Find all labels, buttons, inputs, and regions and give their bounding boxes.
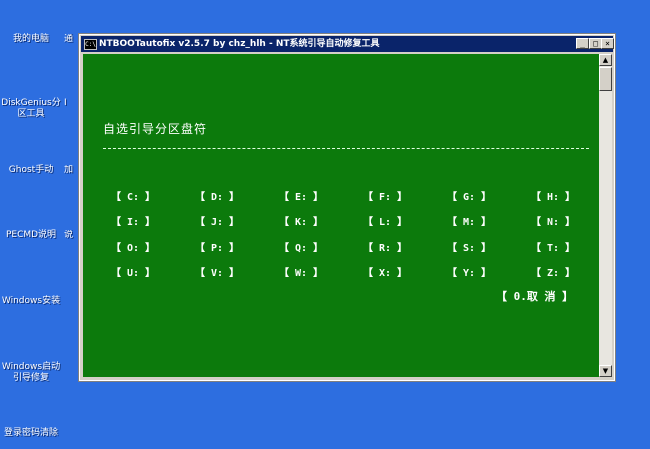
drive-option[interactable]: 【 Y: 】 <box>447 264 491 279</box>
desktop-icon-label: 登录密码清除 <box>3 428 58 438</box>
drive-option[interactable]: 【 O: 】 <box>111 239 155 254</box>
desktop-icon-label: Ghost手动 <box>8 165 54 175</box>
drive-option[interactable]: 【 H: 】 <box>531 188 575 203</box>
drive-option[interactable]: 【 K: 】 <box>279 213 323 228</box>
console-area[interactable]: 自选引导分区盘符 【 C: 】【 D: 】【 E: 】【 F: 】【 G: 】【… <box>83 54 600 377</box>
scroll-up-icon[interactable]: ▲ <box>599 54 612 66</box>
page-title: 自选引导分区盘符 <box>103 122 208 136</box>
cancel-option[interactable]: 【 0.取 消 】 <box>496 288 573 304</box>
drive-option[interactable]: 【 P: 】 <box>195 239 239 254</box>
desktop-icon-label: DiskGenius分区工具 <box>1 98 61 119</box>
minimize-button[interactable]: _ <box>576 38 589 49</box>
desktop-icon-col2-partial[interactable]: 说 <box>64 230 80 241</box>
desktop-icon-col2-partial[interactable]: I <box>64 98 80 109</box>
drive-option[interactable]: 【 M: 】 <box>447 213 491 228</box>
drive-option[interactable]: 【 J: 】 <box>195 213 239 228</box>
desktop-icon-boot-repair[interactable]: Windows启动引导修复 <box>0 362 62 384</box>
drive-option[interactable]: 【 L: 】 <box>363 213 407 228</box>
drive-option[interactable]: 【 G: 】 <box>447 188 491 203</box>
dashed-divider <box>103 148 589 149</box>
window-title: NTBOOTautofix v2.5.7 by chz_hlh - NT系统引导… <box>99 39 380 49</box>
desktop-icon-ghost[interactable]: Ghost手动 <box>0 165 62 176</box>
drive-option[interactable]: 【 N: 】 <box>531 213 575 228</box>
desktop-icon-password-clear[interactable]: 登录密码清除 <box>0 428 62 439</box>
drive-option[interactable]: 【 F: 】 <box>363 188 407 203</box>
desktop-icon-diskgenius[interactable]: DiskGenius分区工具 <box>0 98 62 120</box>
desktop-icon-label: Windows启动引导修复 <box>1 362 61 383</box>
drive-option[interactable]: 【 R: 】 <box>363 239 407 254</box>
drive-option[interactable]: 【 I: 】 <box>111 213 155 228</box>
desktop-icon-my-computer[interactable]: 我的电脑 <box>0 34 62 45</box>
desktop-icon-windows-install[interactable]: Windows安装 <box>0 296 62 307</box>
desktop-icon-label: 我的电脑 <box>12 34 49 44</box>
desktop-icon-pecmd[interactable]: PECMD说明 <box>0 230 62 241</box>
drive-option[interactable]: 【 D: 】 <box>195 188 239 203</box>
scroll-down-icon[interactable]: ▼ <box>599 365 612 377</box>
desktop-icon-label: Windows安装 <box>1 296 61 306</box>
desktop-icon-label: PECMD说明 <box>5 230 57 240</box>
scroll-thumb[interactable] <box>599 67 612 91</box>
drive-option[interactable]: 【 C: 】 <box>111 188 155 203</box>
drive-option[interactable]: 【 Z: 】 <box>531 264 575 279</box>
vertical-scrollbar[interactable]: ▲ ▼ <box>599 54 612 377</box>
console-window: C:\ NTBOOTautofix v2.5.7 by chz_hlh - NT… <box>78 33 616 382</box>
drive-option[interactable]: 【 U: 】 <box>111 264 155 279</box>
desktop-icon-col2-partial[interactable]: 加 <box>64 165 80 176</box>
title-bar[interactable]: C:\ NTBOOTautofix v2.5.7 by chz_hlh - NT… <box>81 36 614 52</box>
drive-option[interactable]: 【 W: 】 <box>279 264 323 279</box>
drive-option[interactable]: 【 T: 】 <box>531 239 575 254</box>
drive-option[interactable]: 【 E: 】 <box>279 188 323 203</box>
console-icon[interactable]: C:\ <box>84 39 97 50</box>
close-button[interactable]: × <box>601 38 614 49</box>
drive-option[interactable]: 【 S: 】 <box>447 239 491 254</box>
drive-option[interactable]: 【 X: 】 <box>363 264 407 279</box>
desktop-icon-col2-partial[interactable]: 通 <box>64 34 80 45</box>
drive-option[interactable]: 【 V: 】 <box>195 264 239 279</box>
drive-option[interactable]: 【 Q: 】 <box>279 239 323 254</box>
